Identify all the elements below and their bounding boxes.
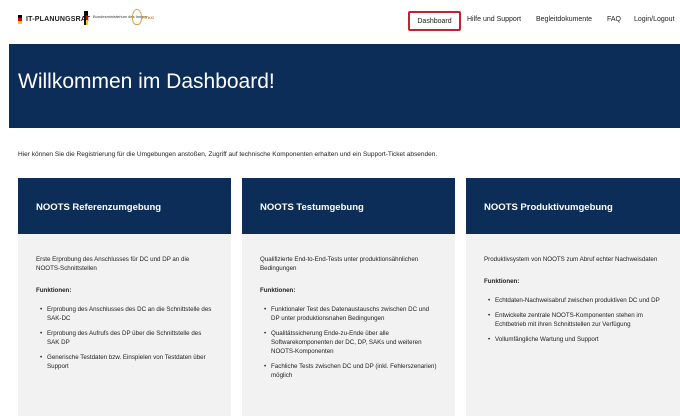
card-functions-label: Funktionen: — [36, 287, 72, 294]
card-referenzumgebung[interactable]: NOOTS Referenzumgebung Erste Erprobung d… — [18, 178, 231, 416]
nav-faq[interactable]: FAQ — [607, 16, 621, 23]
card-functions-list: Erprobung des Anschlusses des DC an die … — [36, 305, 213, 371]
nav-dashboard[interactable]: Dashboard — [408, 11, 461, 31]
list-item: Funktionaler Test des Datenaustauschs zw… — [260, 305, 437, 323]
nav-hilfe-und-support[interactable]: Hilfe und Support — [467, 16, 521, 23]
list-item: Generische Testdaten bzw. Einspielen von… — [36, 353, 213, 371]
card-body: Erste Erprobung des Anschlusses für DC u… — [18, 234, 231, 371]
intro-text: Hier können Sie die Registrierung für di… — [18, 151, 438, 158]
fitko-mark-icon — [132, 9, 142, 25]
list-item: Erprobung des Aufrufs des DP über die Sc… — [36, 329, 213, 347]
top-bar: IT-PLANUNGSRAT Bundesministerium des Inn… — [0, 0, 680, 44]
nav-login-logout[interactable]: Login/Logout — [634, 16, 674, 23]
card-testumgebung[interactable]: NOOTS Testumgebung Qualifizierte End-to-… — [242, 178, 455, 416]
hero-banner: Willkommen im Dashboard! — [9, 44, 680, 128]
card-functions-label: Funktionen: — [260, 287, 296, 294]
flag-icon — [18, 15, 22, 24]
card-header: NOOTS Referenzumgebung — [18, 178, 231, 234]
card-functions-list: Echtdaten-Nachweisabruf zwischen produkt… — [484, 296, 662, 344]
card-title: NOOTS Testumgebung — [260, 202, 364, 213]
card-functions-label: Funktionen: — [484, 278, 520, 285]
list-item: Qualitätssicherung Ende-zu-Ende über all… — [260, 329, 437, 356]
it-planungsrat-logo-text: IT-PLANUNGSRAT — [26, 16, 91, 23]
it-planungsrat-logo[interactable]: IT-PLANUNGSRAT — [18, 15, 90, 24]
list-item: Echtdaten-Nachweisabruf zwischen produkt… — [484, 296, 662, 305]
federal-eagle-icon — [84, 11, 90, 25]
card-functions-list: Funktionaler Test des Datenaustauschs zw… — [260, 305, 437, 380]
card-title: NOOTS Referenzumgebung — [36, 202, 162, 213]
nav-begleitdokumente[interactable]: Begleitdokumente — [536, 16, 592, 23]
page-title: Willkommen im Dashboard! — [18, 70, 275, 93]
fitko-logo[interactable]: FITKO — [130, 9, 156, 29]
list-item: Vollumfängliche Wartung und Support — [484, 335, 662, 344]
list-item: Erprobung des Anschlusses des DC an die … — [36, 305, 213, 323]
card-header: NOOTS Testumgebung — [242, 178, 455, 234]
card-description: Produktivsystem von NOOTS zum Abruf echt… — [484, 256, 658, 263]
card-title: NOOTS Produktivumgebung — [484, 202, 613, 213]
fitko-logo-text: FITKO — [142, 15, 154, 20]
card-header: NOOTS Produktivumgebung — [466, 178, 680, 234]
card-body: Qualifizierte End-to-End-Tests unter pro… — [242, 234, 455, 380]
nav-dashboard-label: Dashboard — [417, 17, 452, 25]
card-produktivumgebung[interactable]: NOOTS Produktivumgebung Produktivsystem … — [466, 178, 680, 416]
card-body: Produktivsystem von NOOTS zum Abruf echt… — [466, 234, 680, 344]
list-item: Entwickelte zentrale NOOTS-Komponenten s… — [484, 311, 662, 329]
list-item: Fachliche Tests zwischen DC und DP (inkl… — [260, 362, 437, 380]
card-description: Qualifizierte End-to-End-Tests unter pro… — [260, 256, 419, 272]
card-description: Erste Erprobung des Anschlusses für DC u… — [36, 256, 190, 272]
